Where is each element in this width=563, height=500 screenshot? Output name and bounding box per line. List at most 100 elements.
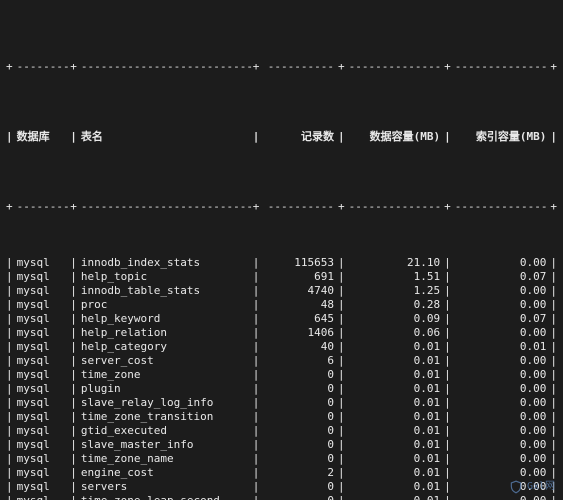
cell-index-mb: 0.07 [451, 312, 551, 326]
cell-index-mb: 0.00 [451, 368, 551, 382]
cell-rowcount: 48 [259, 298, 338, 312]
cell-data-mb: 1.51 [345, 270, 445, 284]
cell-database: mysql [13, 298, 71, 312]
cell-data-mb: 0.01 [345, 424, 445, 438]
cell-index-mb: 0.01 [451, 340, 551, 354]
table-border-top: +--------+---------------------------+--… [6, 60, 557, 74]
cell-table: help_keyword [77, 312, 253, 326]
cell-database: mysql [13, 284, 71, 298]
col-header-database: 数据库 [13, 130, 71, 144]
cell-data-mb: 0.01 [345, 410, 445, 424]
table-row: |mysql|gtid_executed|0|0.01|0.00| [6, 424, 557, 438]
cell-table: proc [77, 298, 253, 312]
cell-rowcount: 645 [259, 312, 338, 326]
cell-table: servers [77, 480, 253, 494]
cell-index-mb: 0.00 [451, 452, 551, 466]
table-header-row: |数据库 |表名 |记录数 |数据容量(MB) |索引容量(MB) | [6, 130, 557, 144]
col-header-index-mb: 索引容量(MB) [451, 130, 551, 144]
table-row: |mysql|engine_cost|2|0.01|0.00| [6, 466, 557, 480]
cell-table: engine_cost [77, 466, 253, 480]
watermark-suffix: 网 [545, 481, 555, 492]
cell-table: innodb_index_stats [77, 256, 253, 270]
cell-database: mysql [13, 382, 71, 396]
cell-rowcount: 2 [259, 466, 338, 480]
cell-data-mb: 0.01 [345, 340, 445, 354]
table-row: |mysql|servers|0|0.01|0.00| [6, 480, 557, 494]
cell-data-mb: 0.09 [345, 312, 445, 326]
cell-database: mysql [13, 494, 71, 500]
cell-table: time_zone [77, 368, 253, 382]
cell-table: time_zone_transition [77, 410, 253, 424]
cell-rowcount: 691 [259, 270, 338, 284]
cell-database: mysql [13, 466, 71, 480]
cell-data-mb: 1.25 [345, 284, 445, 298]
cell-index-mb: 0.00 [451, 298, 551, 312]
cell-table: plugin [77, 382, 253, 396]
cell-data-mb: 0.01 [345, 438, 445, 452]
cell-table: help_relation [77, 326, 253, 340]
table-row: |mysql|slave_relay_log_info|0|0.01|0.00| [6, 396, 557, 410]
cell-index-mb: 0.00 [451, 326, 551, 340]
cell-data-mb: 0.01 [345, 452, 445, 466]
cell-table: gtid_executed [77, 424, 253, 438]
table-row: |mysql|innodb_index_stats|115653|21.10|0… [6, 256, 557, 270]
cell-table: slave_master_info [77, 438, 253, 452]
table-row: |mysql|help_category|40|0.01|0.01| [6, 340, 557, 354]
cell-index-mb: 0.00 [451, 382, 551, 396]
cell-database: mysql [13, 354, 71, 368]
cell-rowcount: 0 [259, 452, 338, 466]
cell-data-mb: 0.01 [345, 354, 445, 368]
cell-data-mb: 0.01 [345, 494, 445, 500]
cell-index-mb: 0.00 [451, 466, 551, 480]
cell-database: mysql [13, 368, 71, 382]
cell-data-mb: 21.10 [345, 256, 445, 270]
cell-rowcount: 4740 [259, 284, 338, 298]
cell-data-mb: 0.28 [345, 298, 445, 312]
cell-table: slave_relay_log_info [77, 396, 253, 410]
table-border-mid: +--------+---------------------------+--… [6, 200, 557, 214]
cell-table: innodb_table_stats [77, 284, 253, 298]
cell-rowcount: 1406 [259, 326, 338, 340]
cell-table: server_cost [77, 354, 253, 368]
table-row: |mysql|slave_master_info|0|0.01|0.00| [6, 438, 557, 452]
cell-data-mb: 0.01 [345, 396, 445, 410]
col-header-rowcount: 记录数 [259, 130, 338, 144]
cell-database: mysql [13, 480, 71, 494]
cell-rowcount: 0 [259, 494, 338, 500]
cell-table: help_category [77, 340, 253, 354]
cell-index-mb: 0.00 [451, 396, 551, 410]
cell-data-mb: 0.01 [345, 382, 445, 396]
cell-database: mysql [13, 312, 71, 326]
table-row: |mysql|innodb_table_stats|4740|1.25|0.00… [6, 284, 557, 298]
cell-database: mysql [13, 410, 71, 424]
cell-index-mb: 0.00 [451, 410, 551, 424]
table-row: |mysql|help_keyword|645|0.09|0.07| [6, 312, 557, 326]
cell-database: mysql [13, 326, 71, 340]
cell-rowcount: 0 [259, 382, 338, 396]
col-header-table: 表名 [77, 130, 253, 144]
watermark: Gxl网 [509, 480, 555, 494]
table-row: |mysql|time_zone|0|0.01|0.00| [6, 368, 557, 382]
cell-rowcount: 0 [259, 438, 338, 452]
cell-index-mb: 0.00 [451, 354, 551, 368]
table-row: |mysql|time_zone_name|0|0.01|0.00| [6, 452, 557, 466]
cell-table: time_zone_name [77, 452, 253, 466]
cell-database: mysql [13, 256, 71, 270]
table-row: |mysql|help_relation|1406|0.06|0.00| [6, 326, 557, 340]
cell-database: mysql [13, 270, 71, 284]
table-row: |mysql|help_topic|691|1.51|0.07| [6, 270, 557, 284]
table-row: |mysql|server_cost|6|0.01|0.00| [6, 354, 557, 368]
cell-index-mb: 0.00 [451, 256, 551, 270]
table-row: |mysql|plugin|0|0.01|0.00| [6, 382, 557, 396]
cell-rowcount: 40 [259, 340, 338, 354]
cell-database: mysql [13, 438, 71, 452]
cell-data-mb: 0.06 [345, 326, 445, 340]
cell-index-mb: 0.00 [451, 438, 551, 452]
cell-data-mb: 0.01 [345, 466, 445, 480]
cell-rowcount: 0 [259, 480, 338, 494]
table-row: |mysql|time_zone_leap_second|0|0.01|0.00… [6, 494, 557, 500]
table-row: |mysql|proc|48|0.28|0.00| [6, 298, 557, 312]
cell-index-mb: 0.00 [451, 284, 551, 298]
cell-database: mysql [13, 424, 71, 438]
col-header-data-mb: 数据容量(MB) [345, 130, 445, 144]
